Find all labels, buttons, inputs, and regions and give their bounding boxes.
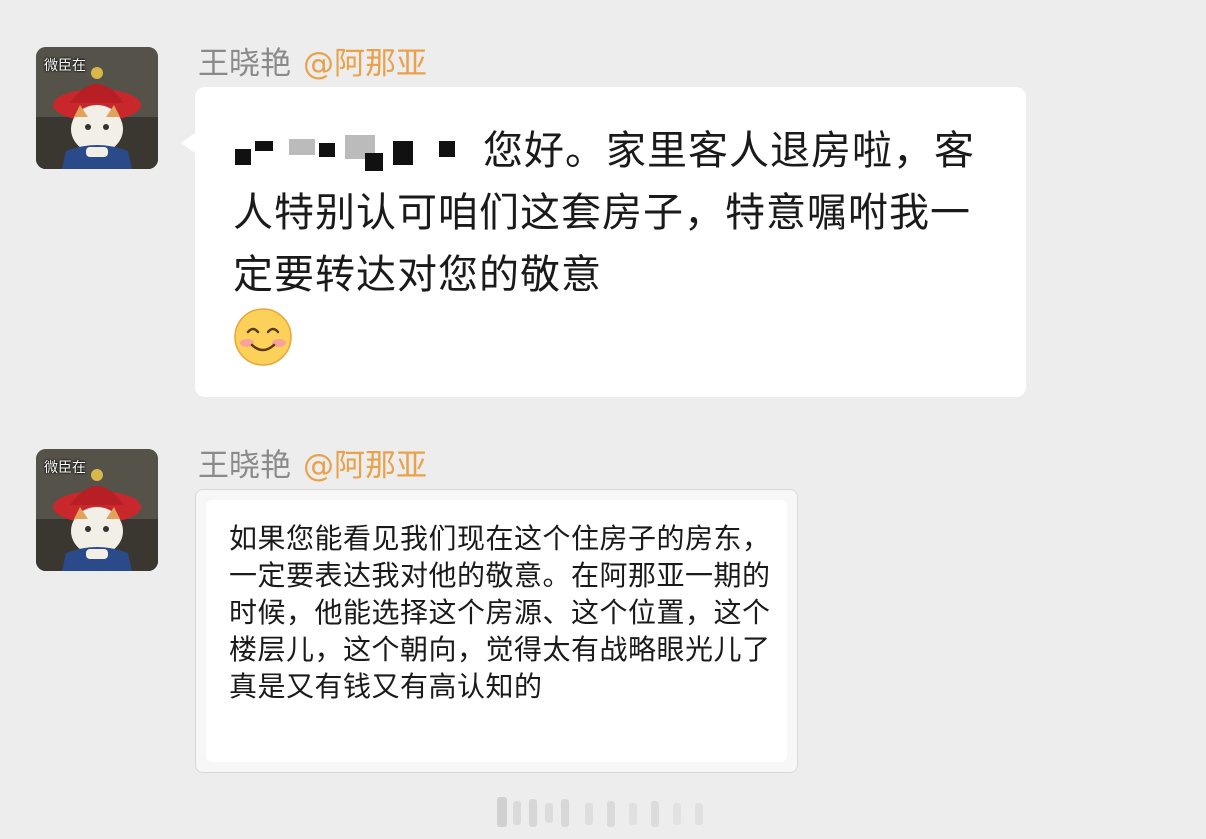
avatar[interactable]: 微臣在 — [36, 47, 158, 169]
watermark — [495, 793, 725, 831]
sender-name[interactable]: 王晓艳 — [198, 448, 291, 484]
avatar[interactable]: 微臣在 — [36, 449, 158, 571]
sender-line: 王晓艳 @阿那亚 — [198, 38, 427, 83]
mention-link[interactable]: @阿那亚 — [303, 448, 427, 484]
sender-line: 王晓艳 @阿那亚 — [198, 440, 427, 485]
avatar-tag: 微臣在 — [44, 58, 86, 74]
smiling-face-icon — [233, 307, 293, 367]
mention-link[interactable]: @阿那亚 — [303, 46, 427, 82]
sender-name[interactable]: 王晓艳 — [198, 46, 291, 82]
message-text: 您好。家里客人退房啦，客人特别认可咱们这套房子，特意嘱咐我一定要转达对您的敬意 — [233, 120, 1003, 306]
avatar-tag: 微臣在 — [44, 460, 86, 476]
screenshot-text: 如果您能看见我们现在这个住房子的房东，一定要表达我对他的敬意。在阿那亚一期的时候… — [229, 522, 771, 703]
redacted-name — [233, 131, 483, 175]
